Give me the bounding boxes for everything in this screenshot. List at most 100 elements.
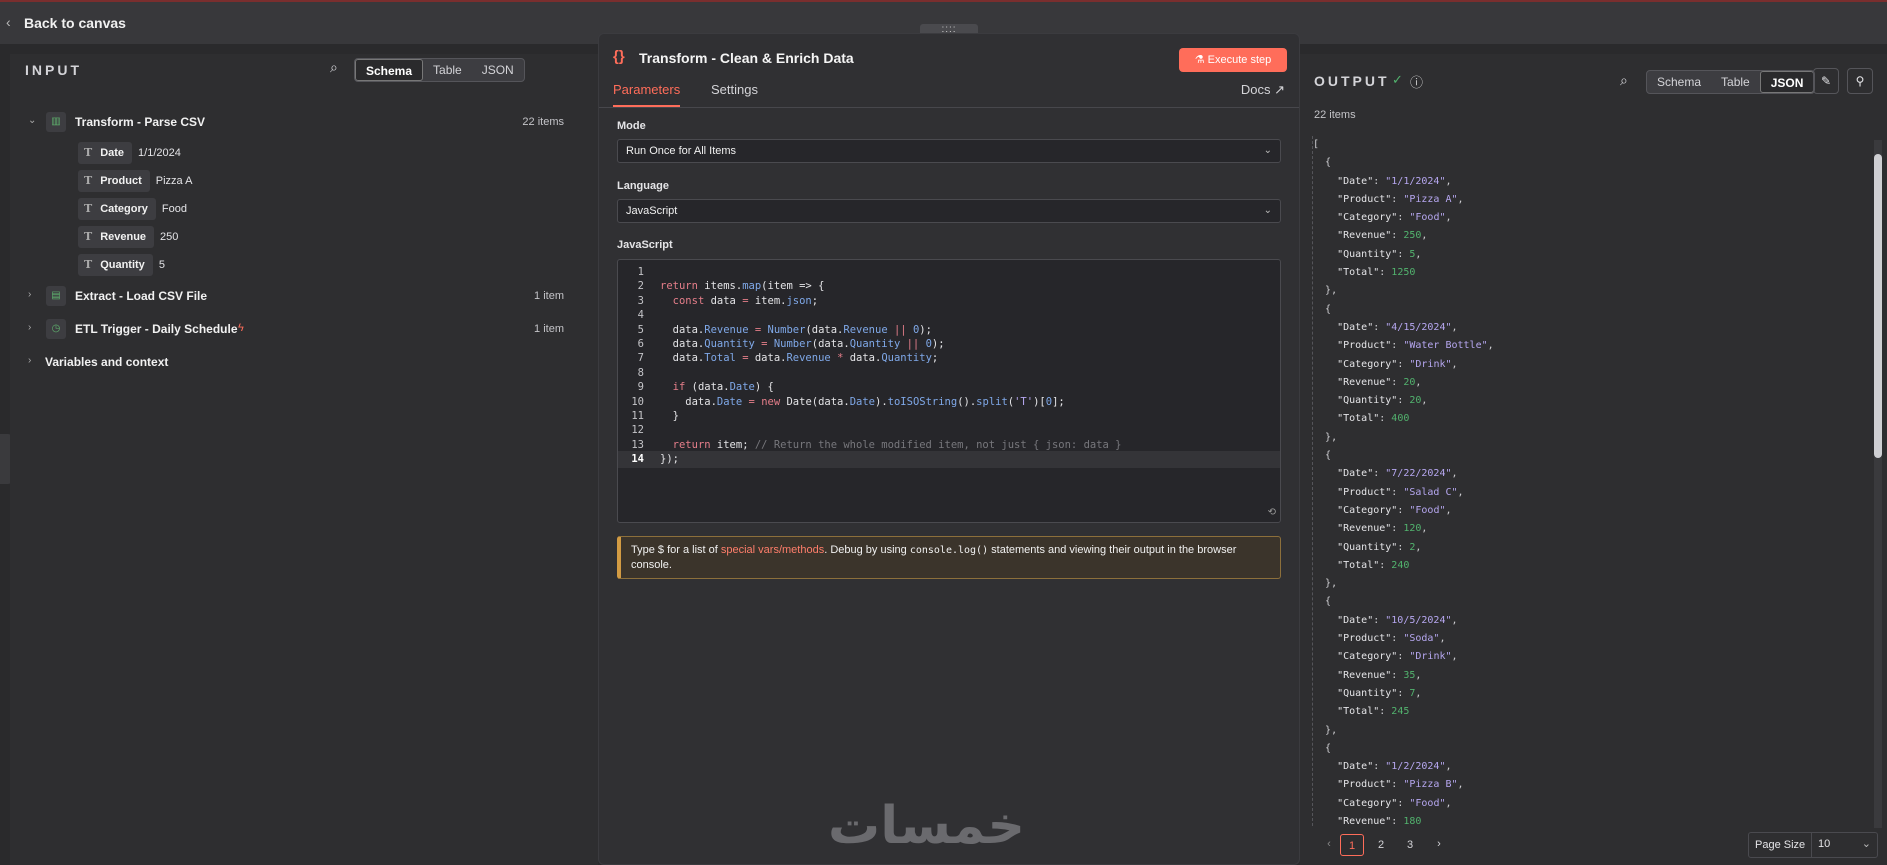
input-view-json[interactable]: JSON: [472, 59, 524, 81]
search-icon[interactable]: ⌕: [330, 59, 338, 76]
field-value: Food: [161, 203, 187, 215]
execute-label: Execute step: [1207, 54, 1272, 66]
chevron-down-icon[interactable]: ⌄: [28, 115, 36, 126]
chevron-right-icon[interactable]: ›: [28, 322, 31, 333]
field-name: Revenue: [100, 231, 147, 243]
hint-text: . Debug by using: [824, 544, 910, 556]
page-button[interactable]: 3: [1398, 834, 1422, 856]
next-page-icon[interactable]: ›: [1427, 833, 1451, 855]
input-title: INPUT: [25, 62, 82, 78]
docs-link[interactable]: Docs ↗: [1241, 82, 1285, 98]
chevron-right-icon[interactable]: ›: [28, 355, 31, 366]
node-count: 1 item: [534, 290, 564, 302]
mode-select[interactable]: Run Once for All Items ⌄: [617, 139, 1281, 163]
info-icon[interactable]: ⓘ: [1410, 72, 1423, 91]
scroll-thumb[interactable]: [1874, 154, 1882, 458]
input-view-table[interactable]: Table: [423, 59, 472, 81]
page-button[interactable]: 1: [1340, 834, 1364, 856]
success-check-icon: ✓: [1392, 72, 1403, 87]
tree-node-trigger[interactable]: › ◷ ETL Trigger - Daily Schedule ϟ 1 ite…: [20, 317, 590, 343]
execute-step-button[interactable]: ⚗ Execute step: [1179, 48, 1287, 72]
schema-field-quantity[interactable]: T Quantity 5: [78, 254, 165, 276]
text-type-icon: T: [84, 230, 93, 243]
field-name: Quantity: [100, 259, 145, 271]
page-size-label: Page Size: [1755, 839, 1806, 851]
text-type-icon: T: [84, 146, 93, 159]
bar-chart-icon: ▥: [46, 112, 66, 132]
field-name: Product: [100, 175, 142, 187]
output-view-json[interactable]: JSON: [1759, 71, 1815, 93]
hint-code: console.log(): [909, 545, 989, 556]
code-label: JavaScript: [617, 239, 673, 251]
node-count: 1 item: [534, 323, 564, 335]
schema-field-product[interactable]: T Product Pizza A: [78, 170, 192, 192]
text-type-icon: T: [84, 258, 93, 271]
output-view-switch: Schema Table JSON: [1646, 70, 1816, 94]
schema-field-date[interactable]: T Date 1/1/2024: [78, 142, 181, 164]
watermark-logo: خمسات: [828, 796, 1026, 856]
chevron-down-icon: ⌄: [1861, 838, 1871, 850]
back-arrow-icon[interactable]: ‹: [6, 14, 11, 30]
pin-icon[interactable]: ⚲: [1847, 68, 1873, 94]
text-type-icon: T: [84, 202, 93, 215]
edit-pencil-icon[interactable]: ✎: [1813, 68, 1839, 94]
modal-title: Transform - Clean & Enrich Data: [639, 50, 854, 66]
field-value: 1/1/2024: [138, 147, 181, 159]
search-icon[interactable]: ⌕: [1620, 72, 1628, 89]
input-view-switch: Schema Table JSON: [354, 58, 525, 82]
language-label: Language: [617, 180, 669, 192]
language-value: JavaScript: [626, 205, 678, 217]
field-value: 250: [160, 231, 179, 243]
bolt-icon: ϟ: [238, 322, 244, 334]
code-editor[interactable]: 1 2 return items.map(item => {3 const data…: [617, 259, 1281, 523]
field-name: Date: [100, 147, 125, 159]
node-name: ETL Trigger - Daily Schedule: [75, 322, 238, 336]
mode-label: Mode: [617, 120, 646, 132]
input-panel: INPUT ⌕ Schema Table JSON ⌄ ▥ Transform …: [10, 54, 598, 865]
language-select[interactable]: JavaScript ⌄: [617, 199, 1281, 223]
chevron-right-icon[interactable]: ›: [28, 289, 31, 300]
output-view-schema[interactable]: Schema: [1647, 71, 1711, 93]
text-type-icon: T: [84, 174, 93, 187]
hint-box: Type $ for a list of special vars/method…: [617, 536, 1281, 579]
field-value: 5: [158, 259, 165, 271]
back-to-canvas-link[interactable]: Back to canvas: [24, 15, 126, 31]
output-scrollbar[interactable]: [1874, 140, 1882, 828]
tree-node-parse-csv[interactable]: ⌄ ▥ Transform - Parse CSV 22 items: [20, 110, 590, 136]
input-view-schema[interactable]: Schema: [355, 59, 424, 81]
resize-icon[interactable]: ⟲: [1268, 507, 1276, 518]
page-size-select[interactable]: 10 ⌄: [1811, 833, 1877, 857]
modal-tabs: Parameters Settings Docs ↗: [599, 74, 1299, 108]
page-button[interactable]: 2: [1369, 834, 1393, 856]
clock-icon: ◷: [46, 319, 66, 339]
node-name: Transform - Parse CSV: [75, 115, 206, 129]
node-name: Extract - Load CSV File: [75, 289, 208, 303]
code-braces-icon: {}: [613, 48, 625, 65]
code-line[interactable]: 14});: [618, 451, 1280, 469]
page-size-value: 10: [1818, 838, 1831, 850]
output-json-view[interactable]: [ { "Date": "1/1/2024", "Product": "Pizz…: [1312, 136, 1852, 826]
page-size-control: Page Size 10 ⌄: [1748, 832, 1878, 858]
tab-parameters[interactable]: Parameters: [613, 82, 681, 107]
node-count: 22 items: [522, 116, 564, 128]
tab-settings[interactable]: Settings: [711, 82, 758, 97]
chevron-down-icon: ⌄: [1263, 205, 1272, 216]
output-count: 22 items: [1314, 109, 1356, 121]
variables-and-context[interactable]: › Variables and context: [20, 350, 590, 376]
schema-field-category[interactable]: T Category Food: [78, 198, 187, 220]
schema-field-revenue[interactable]: T Revenue 250: [78, 226, 178, 248]
flask-icon: ⚗: [1194, 54, 1208, 66]
external-link-icon: ↗: [1274, 82, 1285, 97]
field-name: Category: [100, 203, 148, 215]
node-editor-modal: {} Transform - Clean & Enrich Data ⚗ Exe…: [598, 33, 1300, 865]
prev-page-icon[interactable]: ‹: [1317, 833, 1341, 855]
tree-node-load-csv[interactable]: › ▤ Extract - Load CSV File 1 item: [20, 284, 590, 310]
special-vars-link[interactable]: special vars/methods: [721, 544, 824, 556]
file-icon: ▤: [46, 286, 66, 306]
hint-text: Type $ for a list of: [631, 544, 721, 556]
field-value: Pizza A: [155, 175, 193, 187]
mode-value: Run Once for All Items: [626, 145, 737, 157]
variables-label: Variables and context: [45, 355, 169, 369]
output-view-table[interactable]: Table: [1711, 71, 1760, 93]
docs-label: Docs: [1240, 82, 1271, 97]
